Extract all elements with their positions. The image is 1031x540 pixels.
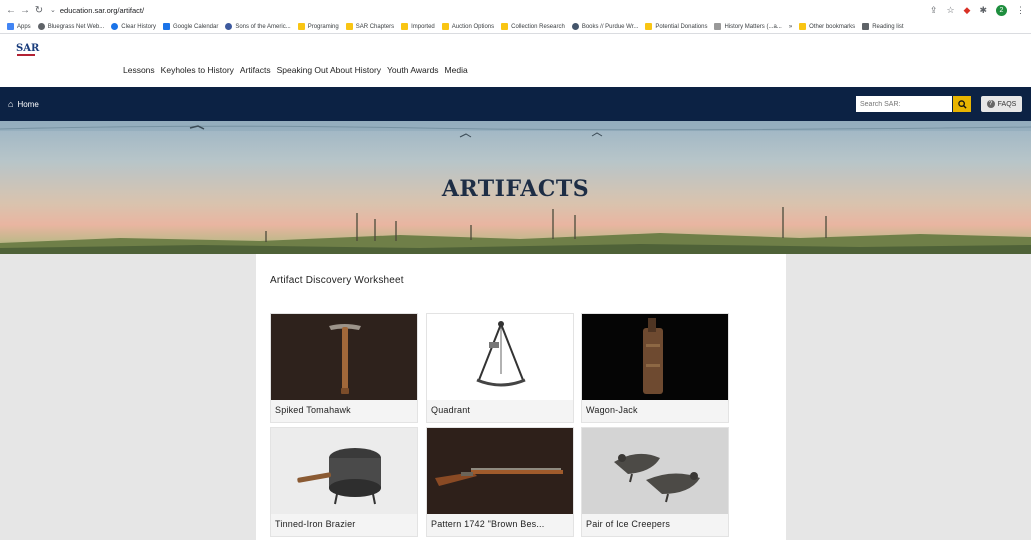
sar-logo[interactable]: SAR xyxy=(16,43,39,57)
content-panel: Artifact Discovery Worksheet Spiked Toma… xyxy=(256,254,786,540)
sar-icon xyxy=(225,23,233,30)
bookmark-item[interactable]: Google Calendar xyxy=(162,23,218,30)
apps-icon xyxy=(7,23,14,30)
nav-keyholes[interactable]: Keyholes to History xyxy=(161,65,234,75)
bookmark-folder[interactable]: Potential Donations xyxy=(645,23,707,30)
bookmark-item[interactable]: History Matters (...a... xyxy=(714,23,782,30)
back-arrow-icon[interactable]: ← xyxy=(4,5,18,16)
bookmark-folder[interactable]: Programing xyxy=(297,23,339,30)
secondary-nav-bar: ⌂ Home ? FAQS xyxy=(0,87,1031,121)
artifact-name: Tinned-Iron Brazier xyxy=(271,514,417,536)
reload-icon[interactable]: ↻ xyxy=(32,5,46,16)
artifact-image xyxy=(427,428,573,514)
share-icon[interactable]: ⇪ xyxy=(930,5,938,16)
book-icon xyxy=(571,23,579,30)
folder-icon xyxy=(799,23,807,30)
folder-icon xyxy=(645,23,653,30)
folder-icon xyxy=(501,23,509,30)
page-title: ARTIFACTS xyxy=(441,176,590,202)
calendar-icon xyxy=(162,23,170,30)
artifact-image xyxy=(271,428,417,514)
search-icon xyxy=(957,99,967,109)
globe-icon xyxy=(37,23,45,30)
bookmark-folder[interactable]: Auction Options xyxy=(441,23,494,30)
forward-arrow-icon[interactable]: → xyxy=(18,5,32,16)
bookmark-item[interactable]: Bluegrass Net Web... xyxy=(37,23,104,30)
nav-artifacts[interactable]: Artifacts xyxy=(240,65,271,75)
artifact-image xyxy=(427,314,573,400)
artifact-card-brazier[interactable]: Tinned-Iron Brazier xyxy=(270,427,418,537)
folder-icon xyxy=(401,23,409,30)
artifact-name: Pattern 1742 "Brown Bes... xyxy=(427,514,573,536)
bookmark-item[interactable]: Sons of the Americ... xyxy=(225,23,291,30)
reading-list[interactable]: Reading list xyxy=(862,23,904,30)
bookmark-apps[interactable]: Apps xyxy=(7,23,31,30)
home-icon: ⌂ xyxy=(8,99,14,109)
folder-icon xyxy=(345,23,353,30)
history-icon xyxy=(111,23,119,30)
artifact-name: Quadrant xyxy=(427,400,573,422)
site-info-icon[interactable]: ⌄ xyxy=(50,6,56,14)
search-button[interactable] xyxy=(953,96,971,112)
bookmarks-overflow[interactable]: » xyxy=(789,24,792,30)
bookmarks-bar: Apps Bluegrass Net Web... Clear History … xyxy=(0,20,1031,34)
menu-icon[interactable]: ⋮ xyxy=(1016,5,1025,16)
link-icon xyxy=(714,23,722,30)
folder-icon xyxy=(297,23,305,30)
artifact-card-wagon-jack[interactable]: Wagon-Jack xyxy=(581,313,729,423)
bookmark-folder[interactable]: Imported xyxy=(401,23,435,30)
artifact-name: Wagon-Jack xyxy=(582,400,728,422)
artifact-image xyxy=(582,428,728,514)
artifact-card-quadrant[interactable]: Quadrant xyxy=(426,313,574,423)
artifact-name: Pair of Ice Creepers xyxy=(582,514,728,536)
artifact-card-ice-creepers[interactable]: Pair of Ice Creepers xyxy=(581,427,729,537)
artifact-card-spiked-tomahawk[interactable]: Spiked Tomahawk xyxy=(270,313,418,423)
bookmark-item[interactable]: Clear History xyxy=(111,23,156,30)
browser-toolbar: ← → ↻ ⌄ education.sar.org/artifact/ ⇪ ☆ … xyxy=(0,0,1031,20)
nav-speaking-out[interactable]: Speaking Out About History xyxy=(277,65,381,75)
bookmark-folder[interactable]: SAR Chapters xyxy=(345,23,394,30)
address-bar[interactable]: ⌄ education.sar.org/artifact/ xyxy=(50,3,144,17)
nav-youth-awards[interactable]: Youth Awards xyxy=(387,65,439,75)
nav-lessons[interactable]: Lessons xyxy=(123,65,155,75)
faq-button[interactable]: ? FAQS xyxy=(981,96,1022,112)
puzzle-icon[interactable]: ✱ xyxy=(979,5,987,16)
artifact-image xyxy=(271,314,417,400)
artifact-image xyxy=(582,314,728,400)
reading-list-icon xyxy=(862,23,870,30)
worksheet-link[interactable]: Artifact Discovery Worksheet xyxy=(270,275,404,286)
site-header: SAR Lessons Keyholes to History Artifact… xyxy=(0,35,1031,87)
hero-banner: ARTIFACTS xyxy=(0,121,1031,254)
bookmark-item[interactable]: Books // Purdue Wr... xyxy=(571,23,638,30)
artifact-name: Spiked Tomahawk xyxy=(271,400,417,422)
help-icon: ? xyxy=(986,100,995,108)
url-text: education.sar.org/artifact/ xyxy=(59,5,145,15)
search-input[interactable] xyxy=(856,96,952,112)
artifact-card-brown-bess[interactable]: Pattern 1742 "Brown Bes... xyxy=(426,427,574,537)
profile-avatar[interactable]: 2 xyxy=(996,4,1007,16)
folder-icon xyxy=(441,23,449,30)
bookmark-folder[interactable]: Other bookmarks xyxy=(799,23,855,30)
bookmark-folder[interactable]: Collection Research xyxy=(501,23,565,30)
extension-icon[interactable]: ◆ xyxy=(964,5,971,16)
star-icon[interactable]: ☆ xyxy=(946,5,954,16)
main-nav: Lessons Keyholes to History Artifacts Sp… xyxy=(123,65,468,75)
home-link[interactable]: ⌂ Home xyxy=(8,99,39,109)
nav-media[interactable]: Media xyxy=(445,65,468,75)
